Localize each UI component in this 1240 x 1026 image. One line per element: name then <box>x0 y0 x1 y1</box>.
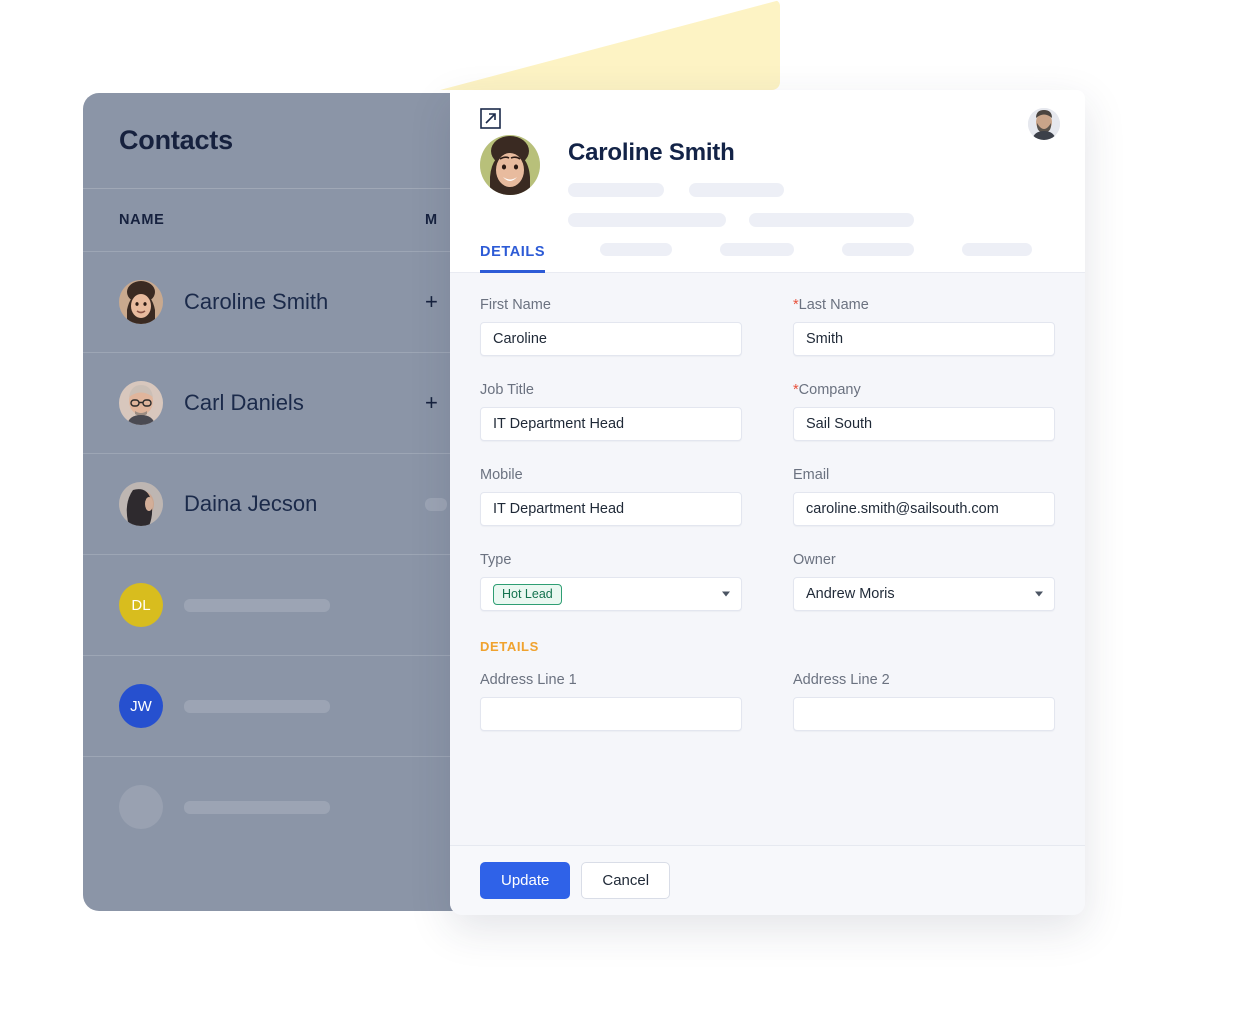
field-mobile: Mobile <box>480 467 742 526</box>
email-input[interactable] <box>793 492 1055 526</box>
avatar-placeholder <box>119 785 163 829</box>
contact-name-placeholder <box>184 699 330 713</box>
skeleton-bar <box>689 182 785 197</box>
job-title-input[interactable] <box>480 407 742 441</box>
field-label: *Last Name <box>793 297 869 313</box>
address-form: Address Line 1 Address Line 2 <box>480 672 1055 757</box>
address-line-1-input[interactable] <box>480 697 742 731</box>
modal-header: Caroline Smith <box>450 90 1085 229</box>
type-select[interactable]: Hot Lead <box>480 577 742 611</box>
column-header-name: NAME <box>119 212 165 228</box>
cancel-button[interactable]: Cancel <box>581 862 671 899</box>
update-button[interactable]: Update <box>480 862 571 899</box>
field-last-name: *Last Name <box>793 297 1055 356</box>
chevron-down-icon <box>1035 591 1043 597</box>
modal-footer: Update Cancel <box>450 845 1085 915</box>
tab-placeholder[interactable] <box>962 243 1033 256</box>
tab-placeholder[interactable] <box>720 243 795 256</box>
contact-mobile: + <box>425 390 438 415</box>
contact-name: Carl Daniels <box>184 390 304 415</box>
header-placeholder-row-1 <box>568 181 1055 199</box>
field-label: First Name <box>480 297 551 313</box>
status-badge: Hot Lead <box>493 583 562 605</box>
field-label: Job Title <box>480 382 534 398</box>
contact-detail-modal: Caroline Smith DETAILS First Name Caroli… <box>450 90 1085 915</box>
contact-name: Daina Jecson <box>184 491 318 516</box>
avatar-initials-text: DL <box>131 596 151 614</box>
chevron-down-icon <box>722 591 730 597</box>
contact-mobile-placeholder <box>425 497 447 511</box>
first-name-input[interactable] <box>480 322 742 356</box>
field-label: *Company <box>793 382 861 398</box>
contact-form: First Name *Last Name Job Title *Company… <box>480 297 1055 637</box>
skeleton-bar <box>749 212 915 227</box>
field-label: Mobile <box>480 467 523 483</box>
tab-placeholder[interactable] <box>600 243 673 256</box>
field-label: Owner <box>793 552 836 568</box>
field-owner: Owner Andrew Moris <box>793 552 1055 611</box>
section-header-details: DETAILS <box>480 639 539 654</box>
avatar-initials: JW <box>119 684 163 728</box>
avatar <box>119 482 163 526</box>
field-label: Address Line 1 <box>480 672 577 688</box>
owner-select[interactable]: Andrew Moris <box>793 577 1055 611</box>
owner-value: Andrew Moris <box>806 586 895 602</box>
field-company: *Company <box>793 382 1055 441</box>
avatar-initials: DL <box>119 583 163 627</box>
company-input[interactable] <box>793 407 1055 441</box>
modal-header-main: Caroline Smith <box>480 135 1055 229</box>
field-label: Type <box>480 552 512 568</box>
contact-name-placeholder <box>184 800 330 814</box>
field-job-title: Job Title <box>480 382 742 441</box>
modal-tabs: DETAILS <box>450 229 1085 273</box>
contact-name-heading: Caroline Smith <box>568 139 735 166</box>
header-placeholder-row-2 <box>568 211 1055 229</box>
field-address-line-2: Address Line 2 <box>793 672 1055 731</box>
contact-avatar <box>480 135 540 195</box>
tab-placeholder[interactable] <box>842 243 915 256</box>
avatar-initials-text: JW <box>130 697 152 715</box>
avatar <box>119 381 163 425</box>
address-line-2-input[interactable] <box>793 697 1055 731</box>
field-label: Email <box>793 467 830 483</box>
field-type: Type Hot Lead <box>480 552 742 611</box>
tab-details[interactable]: DETAILS <box>480 244 546 273</box>
field-address-line-1: Address Line 1 <box>480 672 742 731</box>
avatar <box>119 280 163 324</box>
contact-name-placeholder <box>184 598 330 612</box>
contact-mobile: + <box>425 289 438 314</box>
field-email: Email <box>793 467 1055 526</box>
user-avatar[interactable] <box>1028 108 1060 140</box>
decorative-yellow-wedge <box>440 0 780 90</box>
skeleton-bar <box>568 212 726 227</box>
mobile-input[interactable] <box>480 492 742 526</box>
contact-name: Caroline Smith <box>184 289 329 314</box>
field-first-name: First Name <box>480 297 742 356</box>
open-in-new-icon[interactable] <box>480 108 1055 129</box>
last-name-input[interactable] <box>793 322 1055 356</box>
field-label: Address Line 2 <box>793 672 890 688</box>
modal-body: First Name *Last Name Job Title *Company… <box>450 273 1085 845</box>
skeleton-bar <box>568 182 664 197</box>
